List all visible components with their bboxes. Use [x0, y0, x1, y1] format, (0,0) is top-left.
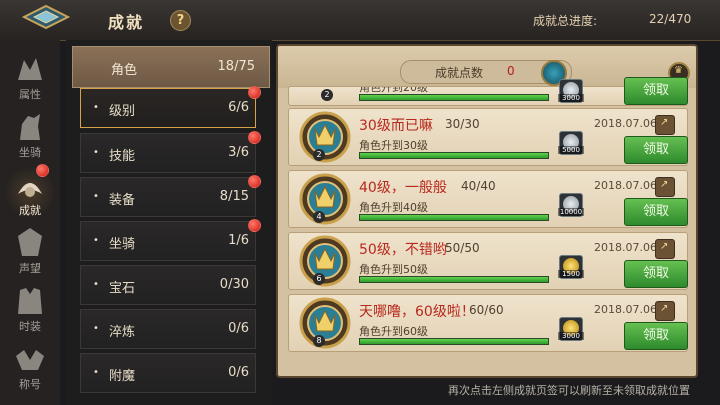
achievement-date: 2018.07.06: [594, 303, 657, 316]
achievement-title: 40级，一般般: [359, 180, 447, 196]
share-button[interactable]: ↗: [655, 115, 675, 135]
refresh-hint: 再次点击左侧成就页签可以刷新至未领取成就位置: [448, 384, 690, 397]
reward-amount: 10000: [558, 208, 584, 216]
achievement-badge-icon: [299, 297, 351, 349]
share-button[interactable]: ↗: [655, 177, 675, 197]
badge-rank: 6: [313, 273, 325, 285]
claim-button[interactable]: 领取: [624, 77, 688, 105]
achievement-title: 30级而已嘛: [359, 118, 433, 134]
badge-rank: 8: [313, 335, 325, 347]
sidebar-item-reputation[interactable]: 声望: [4, 224, 56, 276]
achievement-description: 角色升到40级: [359, 201, 428, 214]
progress-bar-fill: [360, 277, 548, 282]
achievement-progress: 40/40: [461, 179, 496, 193]
notification-dot: [248, 86, 261, 99]
achievement-row: 2 30级而已嘛 30/30 2018.07.06 ↗ 角色升到30级 5000 领取: [288, 108, 688, 166]
sidebar-item-title[interactable]: 称号: [4, 340, 56, 392]
achievement-description: 角色升到50级: [359, 263, 428, 276]
progress-bar-fill: [360, 339, 548, 344]
achievement-title: 50级，不错哟: [359, 242, 447, 258]
reward-item[interactable]: 10000: [558, 193, 584, 217]
achievement-date: 2018.07.06: [594, 179, 657, 192]
reward-amount: 1500: [558, 270, 584, 278]
category-item-temper[interactable]: • 淬炼 0/6: [80, 309, 256, 349]
reward-amount: 5000: [558, 146, 584, 154]
claim-button[interactable]: 领取: [624, 198, 688, 226]
achievement-badge-icon: [299, 235, 351, 287]
reputation-icon: [18, 228, 42, 256]
notification-dot: [248, 219, 261, 232]
reward-item[interactable]: 5000: [558, 131, 584, 155]
fashion-icon: [18, 288, 42, 314]
achievement-description: 角色升到30级: [359, 139, 428, 152]
progress-bar: [359, 338, 549, 345]
total-progress-value: 22/470: [649, 12, 692, 26]
achievement-date: 2018.07.06: [594, 241, 657, 254]
sidebar: 属性 坐骑 成就 声望 时装 称号: [0, 40, 60, 405]
category-item-equipment[interactable]: • 装备 8/15: [80, 177, 256, 217]
achievement-badge-icon: [299, 111, 351, 163]
top-bar: 成就 ? 成就总进度: 22/470: [0, 0, 720, 41]
achievement-row: 8 天哪噜，60级啦！ 60/60 2018.07.06 ↗ 角色升到60级 3000 领取: [288, 294, 688, 352]
notification-dot: [248, 175, 261, 188]
achievement-progress: 60/60: [469, 303, 504, 317]
title-icon: [16, 350, 44, 370]
achievement-row: 2 角色升到20级 3000 领取: [288, 77, 688, 106]
progress-bar-fill: [360, 153, 548, 158]
mount-icon: [20, 114, 40, 140]
badge-rank: 2: [313, 149, 325, 161]
share-icon: ↗: [660, 303, 669, 314]
trophy-icon: ♛: [674, 65, 683, 76]
total-progress-label: 成就总进度:: [533, 14, 598, 28]
notification-dot: [248, 131, 261, 144]
achievement-progress: 30/30: [445, 117, 480, 131]
sidebar-item-attribute[interactable]: 属性: [4, 50, 56, 102]
achievement-date: 2018.07.06: [594, 117, 657, 130]
page-title: 成就: [108, 13, 145, 32]
achievement-panel: 成就点数 0 ♛ 2 角色升到20级 3000 领取 2 30级而已嘛 30/30 2…: [276, 44, 698, 378]
progress-bar: [359, 94, 549, 101]
reward-item[interactable]: 1500: [558, 255, 584, 279]
help-button[interactable]: ?: [170, 10, 191, 31]
reward-item[interactable]: 3000: [558, 79, 584, 103]
category-item-enchant[interactable]: • 附魔 0/6: [80, 353, 256, 393]
sidebar-item-fashion[interactable]: 时装: [4, 282, 56, 334]
progress-bar: [359, 214, 549, 221]
category-header-count: 18/75: [217, 59, 255, 74]
share-button[interactable]: ↗: [655, 239, 675, 259]
achievement-row: 6 50级，不错哟 50/50 2018.07.06 ↗ 角色升到50级 1500 领取: [288, 232, 688, 290]
category-item-skill[interactable]: • 技能 3/6: [80, 133, 256, 173]
category-item-mount[interactable]: • 坐骑 1/6: [80, 221, 256, 261]
category-header-label: 角色: [111, 63, 138, 78]
achievement-progress: 50/50: [445, 241, 480, 255]
category-item-level[interactable]: • 级别 6/6: [80, 88, 256, 128]
badge-rank: 4: [313, 211, 325, 223]
category-header[interactable]: 角色 18/75: [72, 46, 270, 88]
progress-bar: [359, 276, 549, 283]
claim-button[interactable]: 领取: [624, 136, 688, 164]
achievement-points: 成就点数 0: [400, 60, 572, 86]
back-emblem-icon[interactable]: [22, 4, 70, 30]
progress-bar: [359, 152, 549, 159]
share-icon: ↗: [660, 241, 669, 252]
sidebar-item-achievement[interactable]: 成就: [4, 164, 56, 218]
reward-amount: 3000: [558, 332, 584, 340]
attribute-icon: [18, 58, 42, 80]
sidebar-item-mount[interactable]: 坐骑: [4, 108, 56, 160]
progress-bar-fill: [360, 215, 548, 220]
share-button[interactable]: ↗: [655, 301, 675, 321]
achievement-badge-icon: [299, 173, 351, 225]
share-icon: ↗: [660, 117, 669, 128]
claim-button[interactable]: 领取: [624, 260, 688, 288]
achievement-description: 角色升到60级: [359, 325, 428, 338]
achievement-row: 4 40级，一般般 40/40 2018.07.06 ↗ 角色升到40级 10000 领取: [288, 170, 688, 228]
share-icon: ↗: [660, 179, 669, 190]
claim-button[interactable]: 领取: [624, 322, 688, 350]
achievement-title: 天哪噜，60级啦！: [359, 304, 475, 320]
reward-item[interactable]: 3000: [558, 317, 584, 341]
notification-dot: [36, 164, 49, 177]
category-item-gem[interactable]: • 宝石 0/30: [80, 265, 256, 305]
category-panel: 角色 18/75 • 级别 6/6 • 技能 3/6 • 装备 8/15 • 坐…: [66, 40, 272, 405]
